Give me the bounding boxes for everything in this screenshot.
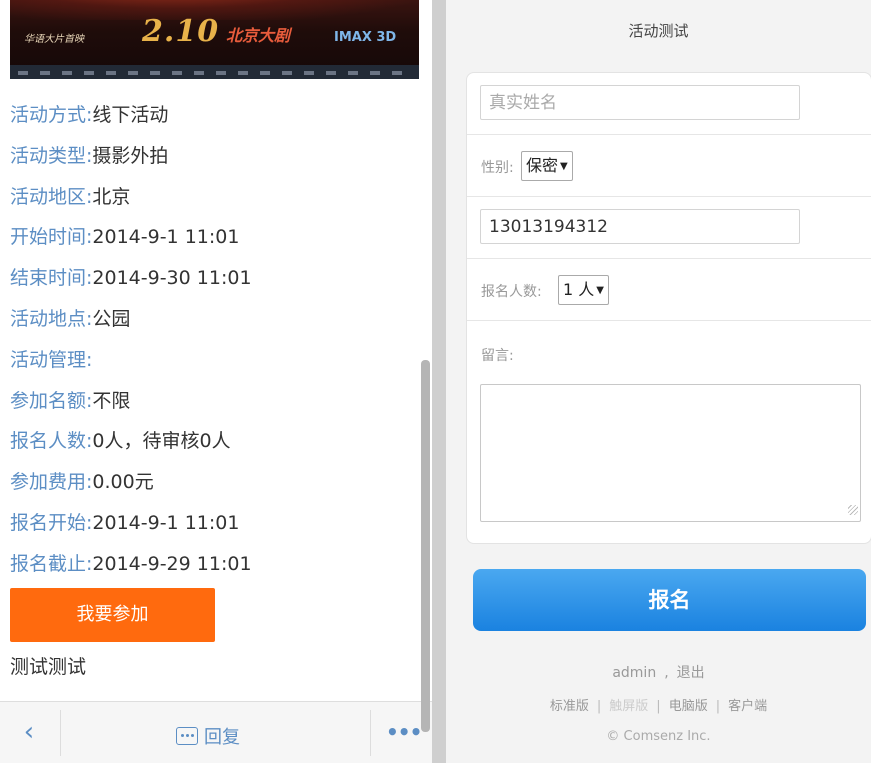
bottom-action-bar: ‹ 回复 •••: [0, 701, 432, 763]
info-value: 2014-9-30 11:01: [92, 267, 252, 290]
info-value: 2014-9-1 11:01: [92, 226, 240, 249]
chevron-left-icon[interactable]: ‹: [14, 718, 44, 748]
info-label: 活动管理:: [10, 348, 93, 371]
copyright: © Comsenz Inc.: [606, 729, 711, 744]
info-row-signup-start: 报名开始:2014-9-1 11:01: [10, 504, 420, 545]
standard-version-link[interactable]: 标准版: [550, 699, 589, 714]
form-row-name: [467, 73, 871, 135]
logout-link[interactable]: 退出: [677, 665, 705, 681]
info-label: 活动类型:: [10, 144, 93, 167]
info-label: 参加费用:: [10, 471, 93, 494]
join-activity-button[interactable]: 我要参加: [10, 588, 215, 642]
scrollbar-thumb[interactable]: [421, 360, 430, 732]
info-label: 活动地区:: [10, 185, 93, 208]
info-value: 不限: [92, 389, 131, 412]
info-value: 摄影外拍: [92, 144, 169, 167]
info-row-start-time: 开始时间:2014-9-1 11:01: [10, 218, 420, 259]
info-row-signup-end: 报名截止:2014-9-29 11:01: [10, 545, 420, 586]
info-value: 线下活动: [92, 104, 169, 126]
activity-banner-image[interactable]: 华语大片首映 2.10 北京大剧 IMAX 3D: [10, 0, 419, 79]
toolbar-divider: [370, 710, 371, 756]
textarea-resize-handle[interactable]: [848, 505, 858, 515]
info-value: 公园: [92, 307, 131, 330]
pane-divider: [432, 0, 446, 763]
info-label: 报名截止:: [10, 552, 93, 575]
footer-divider: |: [596, 699, 602, 714]
form-row-gender: 性别: 保密 ▼: [467, 135, 871, 197]
form-row-count: 报名人数: 1 人 ▼: [467, 259, 871, 321]
info-value: 北京: [92, 185, 131, 208]
info-value: 0.00元: [92, 471, 154, 494]
signup-count-selected-value: 1 人: [563, 280, 595, 299]
activity-info-list: 活动方式:线下活动 活动类型:摄影外拍 活动地区:北京 开始时间:2014-9-…: [10, 96, 420, 586]
info-label: 活动地点:: [10, 307, 93, 330]
activity-detail-pane: 华语大片首映 2.10 北京大剧 IMAX 3D 活动方式:线下活动 活动类型:…: [0, 0, 432, 763]
phone-input[interactable]: [480, 209, 800, 244]
signup-form-card: 性别: 保密▼ 报名人数: 1 人▼ 留言:: [466, 72, 871, 544]
banner-slogan: 华语大片首映: [24, 34, 84, 45]
footer-divider: |: [656, 699, 661, 714]
reply-label: 回复: [204, 727, 240, 748]
info-label: 报名人数:: [10, 430, 93, 453]
info-value: 0人，待审核0人: [92, 430, 231, 453]
banner-title: 北京大剧: [226, 26, 291, 45]
info-row-end-time: 结束时间:2014-9-30 11:01: [10, 259, 420, 300]
reply-button[interactable]: 回复: [176, 724, 240, 748]
gender-selected-value: 保密: [526, 156, 559, 175]
footer-user-line: admin, 退出: [446, 662, 871, 682]
toolbar-divider: [60, 710, 61, 756]
info-label: 参加名额:: [10, 389, 93, 412]
signup-count-label: 报名人数:: [481, 284, 542, 300]
dropdown-arrow-icon: ▼: [560, 161, 568, 172]
footer-version-links: 标准版 | 触屏版 | 电脑版 | 客户端: [446, 695, 871, 714]
client-app-link[interactable]: 客户端: [728, 699, 767, 714]
banner-strip-pattern: [18, 71, 413, 75]
info-value: 2014-9-1 11:01: [92, 511, 240, 534]
more-dots-icon[interactable]: •••: [386, 722, 422, 742]
message-label: 留言:: [481, 348, 514, 364]
info-label: 开始时间:: [10, 226, 93, 249]
info-label: 结束时间:: [10, 267, 93, 290]
footer-separator: ,: [664, 665, 669, 681]
real-name-input[interactable]: [480, 85, 800, 120]
dropdown-arrow-icon: ▼: [596, 285, 604, 296]
gender-select[interactable]: 保密 ▼: [521, 151, 573, 181]
info-row-applicants: 报名人数:0人，待审核0人: [10, 422, 420, 463]
comment-icon: [176, 727, 198, 745]
banner-imax: IMAX 3D: [334, 30, 397, 45]
activity-description: 测试测试: [10, 656, 87, 678]
username-link[interactable]: admin: [612, 665, 656, 681]
gender-label: 性别:: [481, 160, 514, 176]
signup-count-select[interactable]: 1 人 ▼: [558, 275, 609, 305]
info-row-type: 活动类型:摄影外拍: [10, 137, 420, 178]
touch-version-link[interactable]: 触屏版: [609, 699, 648, 714]
page-title: 活动测试: [628, 22, 689, 40]
info-label: 活动方式:: [10, 104, 93, 126]
banner-date: 2.10: [142, 14, 220, 49]
desktop-version-link[interactable]: 电脑版: [669, 699, 708, 714]
info-row-location: 活动地点:公园: [10, 300, 420, 341]
footer-divider: |: [715, 699, 721, 714]
info-row-method: 活动方式:线下活动: [10, 96, 420, 137]
info-row-quota: 参加名额:不限: [10, 382, 420, 423]
info-label: 报名开始:: [10, 511, 93, 534]
form-row-phone: [467, 197, 871, 259]
info-value: 2014-9-29 11:01: [92, 552, 252, 575]
info-row-manager: 活动管理:: [10, 341, 420, 382]
signup-submit-button[interactable]: 报名: [473, 569, 866, 631]
message-textarea[interactable]: [480, 384, 861, 522]
signup-form-pane: 活动测试 性别: 保密▼ 报名人数: 1 人▼ 留言: 报名 admin,退出 …: [446, 0, 871, 763]
info-row-region: 活动地区:北京: [10, 178, 420, 219]
info-row-fee: 参加费用:0.00元: [10, 463, 420, 504]
